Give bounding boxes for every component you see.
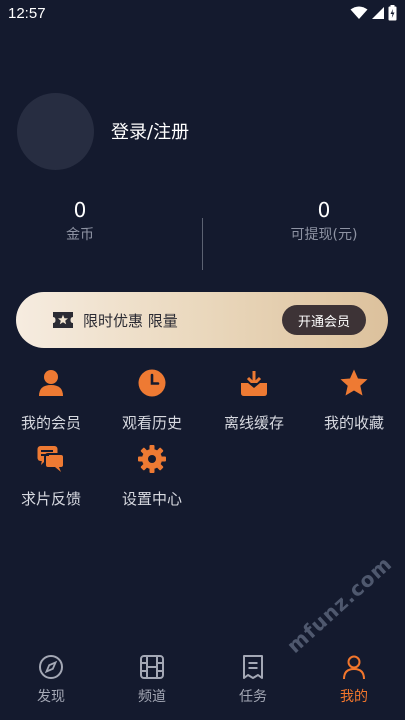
stats-row: 0 金币 0 可提现(元) (0, 196, 405, 272)
nav-item-tasks[interactable]: 任务 (203, 654, 303, 706)
menu-item-favorites[interactable]: 我的收藏 (304, 366, 404, 440)
nav-item-channels[interactable]: 频道 (102, 654, 202, 706)
menu-label: 我的会员 (20, 414, 81, 432)
menu-item-offline-cache[interactable]: 离线缓存 (204, 366, 304, 440)
nav-label: 发现 (37, 689, 65, 705)
task-list-icon (203, 654, 303, 680)
gear-icon (102, 444, 202, 474)
nav-item-mine[interactable]: 我的 (304, 654, 404, 706)
avatar[interactable] (17, 92, 94, 170)
chat-icon (1, 444, 101, 474)
compass-icon (1, 654, 101, 680)
status-bar: 12:57 (0, 0, 405, 26)
login-register-link[interactable]: 登录/注册 (111, 118, 189, 144)
menu-item-settings[interactable]: 设置中心 (102, 442, 202, 516)
ticket-star-icon (52, 311, 74, 329)
stats-divider (202, 218, 203, 270)
nav-item-discover[interactable]: 发现 (1, 654, 101, 706)
person-icon (1, 368, 101, 398)
withdrawable-stat[interactable]: 0 可提现(元) (244, 196, 404, 246)
download-icon (204, 368, 304, 398)
coins-label: 金币 (66, 227, 94, 243)
coins-value: 0 (73, 198, 87, 222)
menu-item-history[interactable]: 观看历史 (102, 366, 202, 440)
bottom-nav: 发现 频道 任务 我的 (0, 648, 405, 720)
menu-label: 观看历史 (121, 414, 182, 432)
coins-stat[interactable]: 0 金币 (0, 196, 160, 246)
menu-label: 设置中心 (121, 490, 182, 508)
menu-item-membership[interactable]: 我的会员 (1, 366, 101, 440)
star-icon (304, 368, 404, 398)
signal-icon (371, 6, 385, 20)
status-icons (350, 5, 397, 21)
battery-icon (388, 5, 397, 21)
open-membership-button[interactable]: 开通会员 (281, 305, 366, 335)
film-icon (102, 654, 202, 680)
menu-label: 我的收藏 (323, 414, 384, 432)
watermark: mfunz.com (282, 551, 397, 658)
wifi-icon (350, 6, 368, 20)
menu-item-request-feedback[interactable]: 求片反馈 (1, 442, 101, 516)
menu-label: 离线缓存 (223, 414, 284, 432)
person-outline-icon (304, 654, 404, 680)
nav-label: 我的 (340, 689, 368, 705)
withdrawable-value: 0 (317, 198, 331, 222)
nav-label: 任务 (239, 689, 267, 705)
clock-icon (102, 368, 202, 398)
vip-promo-text: 限时优惠 限量 (83, 311, 178, 330)
menu-label: 求片反馈 (20, 490, 81, 508)
status-time: 12:57 (8, 4, 46, 22)
withdrawable-label: 可提现(元) (290, 227, 358, 243)
vip-banner[interactable]: 限时优惠 限量 开通会员 (16, 292, 388, 348)
nav-label: 频道 (138, 689, 166, 705)
profile-section[interactable]: 登录/注册 (17, 92, 387, 170)
